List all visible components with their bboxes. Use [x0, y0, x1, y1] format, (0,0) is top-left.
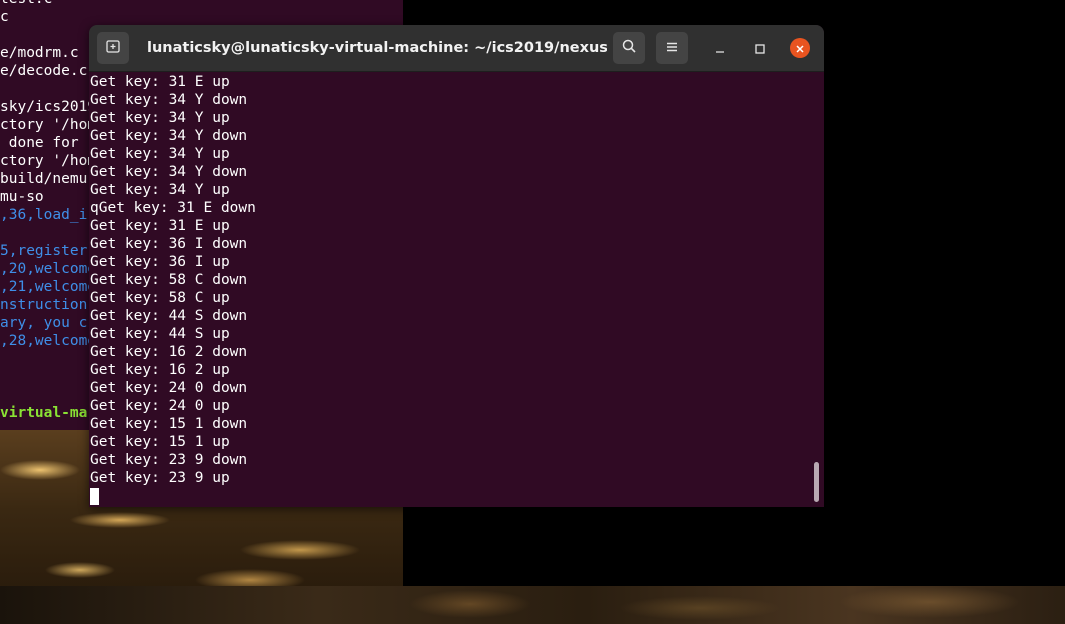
background-terminal-line: test.c — [0, 0, 52, 8]
close-button[interactable] — [790, 38, 810, 58]
terminal-line: Get key: 44 S up — [90, 326, 230, 342]
terminal-output-area[interactable]: Get key: 31 E up Get key: 34 Y down Get ke… — [89, 72, 824, 507]
background-terminal-line: e/modrm.c — [0, 45, 79, 61]
terminal-line: Get key: 24 0 up — [90, 398, 230, 414]
terminal-line: Get key: 23 9 down — [90, 452, 248, 468]
hamburger-menu-icon — [665, 39, 679, 58]
minimize-button[interactable] — [710, 38, 730, 58]
desktop: test.cce/modrm.ce/decode.csky/ics2019,ct… — [0, 0, 1065, 624]
terminal-line: Get key: 34 Y down — [90, 92, 248, 108]
terminal-line: Get key: 58 C down — [90, 272, 248, 288]
terminal-line: qGet key: 31 E down — [90, 200, 256, 216]
text-cursor — [90, 488, 99, 505]
background-terminal-line: 5,register — [0, 243, 88, 259]
scrollbar-thumb[interactable] — [814, 462, 819, 502]
terminal-line: Get key: 23 9 up — [90, 470, 230, 486]
terminal-window[interactable]: lunaticsky@lunaticsky-virtual-machine: ~… — [89, 25, 824, 507]
background-terminal-line: mu-so — [0, 189, 44, 205]
search-icon — [621, 38, 637, 58]
terminal-line: Get key: 15 1 up — [90, 434, 230, 450]
terminal-line: Get key: 36 I down — [90, 236, 248, 252]
window-title: lunaticsky@lunaticsky-virtual-machine: ~… — [147, 40, 607, 56]
background-terminal-line: ,36,load_i — [0, 207, 88, 223]
background-terminal-line: ,20,welcome — [0, 261, 97, 277]
maximize-button[interactable] — [750, 38, 770, 58]
menu-button[interactable] — [656, 32, 688, 64]
terminal-line: Get key: 16 2 down — [90, 344, 248, 360]
new-tab-button[interactable] — [97, 32, 129, 64]
terminal-line: Get key: 31 E up — [90, 74, 230, 90]
close-icon — [795, 39, 805, 58]
terminal-line: Get key: 34 Y down — [90, 128, 248, 144]
terminal-line: Get key: 16 2 up — [90, 362, 230, 378]
terminal-line: Get key: 36 I up — [90, 254, 230, 270]
background-terminal-line: nstruction — [0, 297, 88, 313]
terminal-line: Get key: 15 1 down — [90, 416, 248, 432]
background-terminal-line: c — [0, 9, 9, 25]
background-terminal-line: ctory '/hom — [0, 117, 97, 133]
background-terminal-line: ,21,welcome — [0, 279, 97, 295]
terminal-line: Get key: 34 Y up — [90, 182, 230, 198]
terminal-line: Get key: 34 Y up — [90, 110, 230, 126]
terminal-line: Get key: 24 0 down — [90, 380, 248, 396]
background-terminal-line: build/nemu — [0, 171, 88, 187]
background-terminal-line: e/decode.c — [0, 63, 88, 79]
maximize-icon — [755, 39, 765, 58]
wallpaper-strip — [0, 586, 1065, 624]
background-terminal-line: ,28,welcome — [0, 333, 97, 349]
terminal-line: Get key: 58 C up — [90, 290, 230, 306]
background-terminal-line: virtual-ma — [0, 405, 88, 421]
terminal-line: Get key: 34 Y up — [90, 146, 230, 162]
background-terminal-line: ary, you c — [0, 315, 88, 331]
background-terminal-line: done for — [0, 135, 79, 151]
minimize-icon — [715, 39, 725, 58]
new-tab-icon — [105, 38, 121, 58]
terminal-line: Get key: 44 S down — [90, 308, 248, 324]
search-button[interactable] — [613, 32, 645, 64]
terminal-line: Get key: 34 Y down — [90, 164, 248, 180]
terminal-headerbar[interactable]: lunaticsky@lunaticsky-virtual-machine: ~… — [89, 25, 824, 72]
terminal-line: Get key: 31 E up — [90, 218, 230, 234]
